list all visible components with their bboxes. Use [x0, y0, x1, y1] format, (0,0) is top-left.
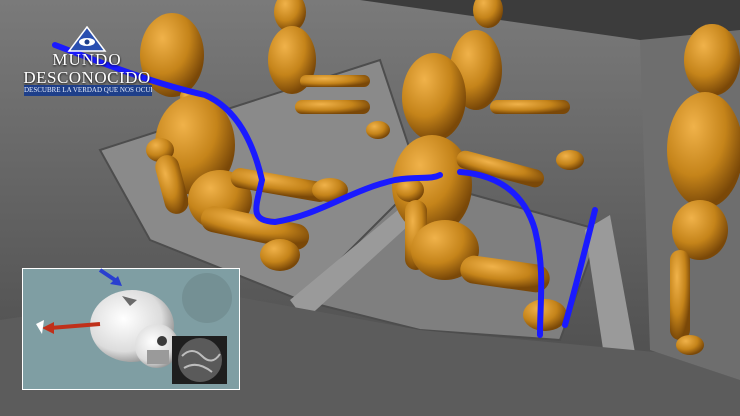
brain-tissue-image [172, 336, 227, 384]
watermark-logo: MUNDO DESCONOCIDO DESCUBRE LA VERDAD QUE… [22, 26, 152, 98]
eye-pyramid-icon [67, 26, 107, 52]
watermark-tagline: DESCUBRE LA VERDAD QUE NOS OCULTAN [24, 85, 152, 96]
watermark-line-1: MUNDO [52, 50, 122, 69]
inset-skull-illustration [22, 268, 240, 390]
